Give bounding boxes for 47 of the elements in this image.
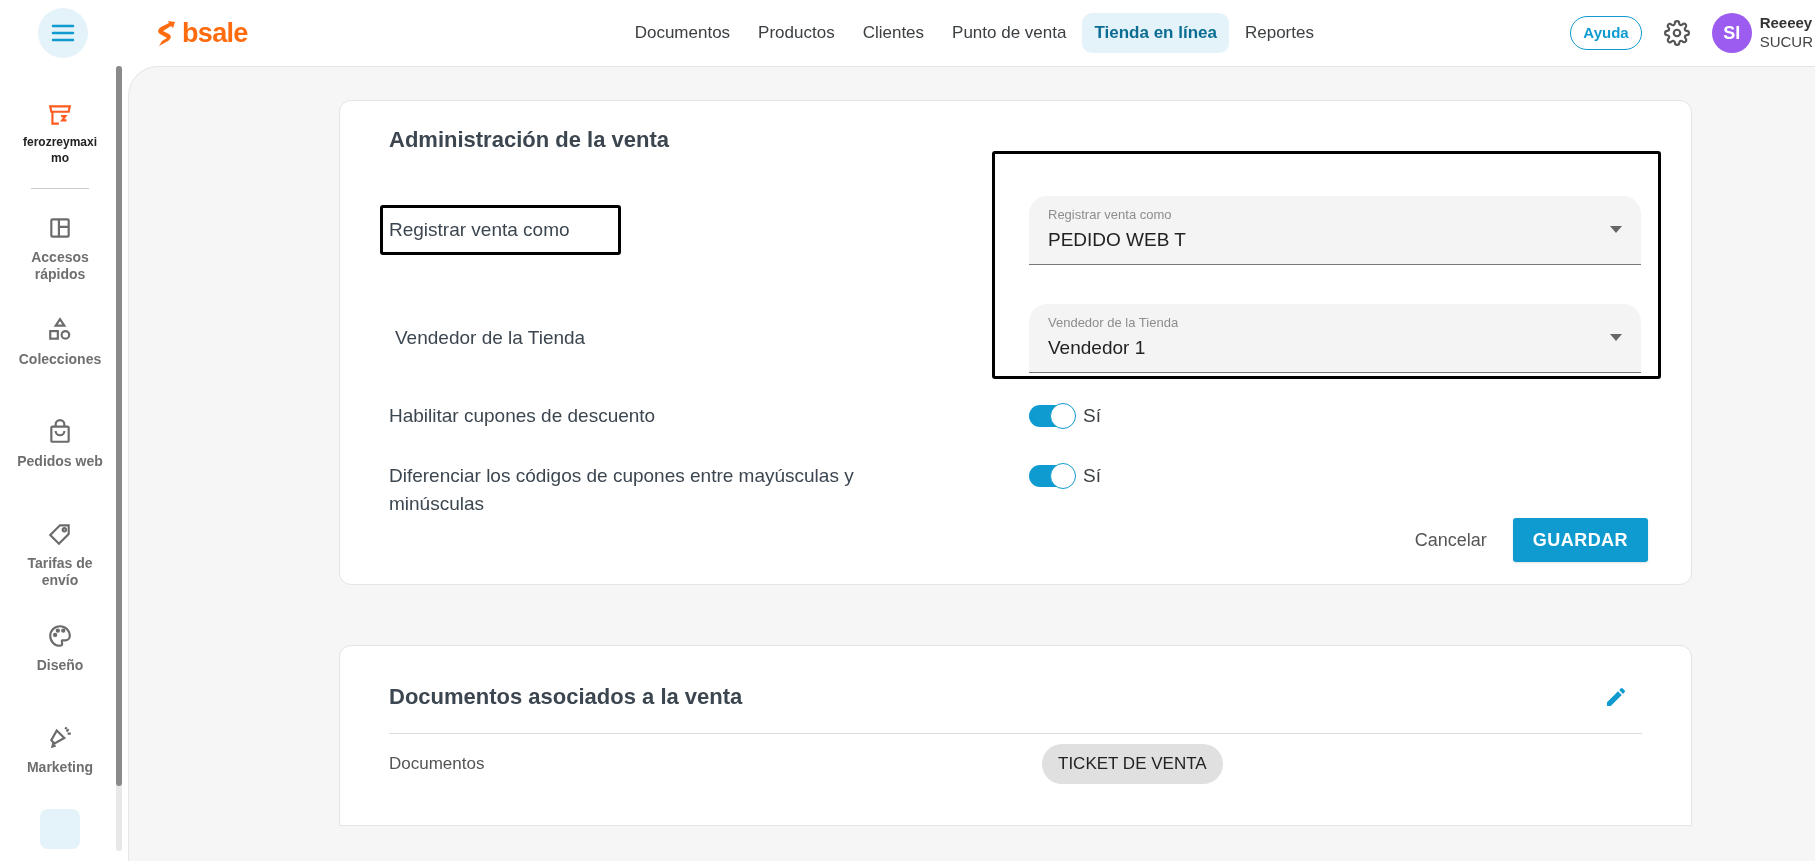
sidebar-item[interactable]: Accesos rápidos — [10, 215, 110, 291]
card-title: Administración de la venta — [389, 126, 670, 154]
save-button[interactable]: GUARDAR — [1512, 518, 1648, 562]
sidebar-tile — [40, 809, 80, 849]
settings-icon[interactable] — [1663, 20, 1690, 46]
bag-icon — [47, 419, 73, 445]
field-label: Registrar venta como — [380, 204, 621, 256]
document-chip: TICKET DE VENTA — [1042, 744, 1223, 784]
menu-icon — [51, 24, 75, 42]
sidebar-item[interactable]: Marketing — [10, 725, 110, 801]
card-title: Documentos asociados a la venta — [389, 683, 743, 711]
scrollbar-thumb[interactable] — [116, 66, 122, 786]
store-icon — [47, 102, 73, 128]
field-label: Vendedor de la Tienda — [394, 325, 587, 350]
nav-tab[interactable]: Punto de venta — [940, 13, 1079, 53]
nav-tab[interactable]: Productos — [746, 13, 847, 53]
toggle-label: Habilitar cupones de descuento — [389, 404, 656, 428]
layout-icon — [47, 215, 73, 241]
toggle-label: Diferenciar los códigos de cupones entre mayúsculas y minúsculas — [389, 464, 855, 516]
sidebar-item[interactable]: Diseño — [10, 623, 110, 699]
caret-icon — [1610, 226, 1622, 233]
nav-tab[interactable]: Tienda en línea — [1082, 13, 1229, 53]
toggle-switch[interactable] — [1029, 405, 1075, 427]
user-branch: SUCUR — [1759, 33, 1813, 52]
nav-tab[interactable]: Reportes — [1232, 13, 1326, 53]
store-name: ferozreymaximo — [21, 134, 98, 166]
megaphone-icon — [47, 725, 73, 751]
row-label: Documentos — [389, 753, 486, 776]
logo-text: bsale — [182, 19, 248, 47]
nav-tab[interactable]: Documentos — [622, 13, 743, 53]
select-field[interactable]: Registrar venta como PEDIDO WEB T — [1029, 195, 1641, 265]
toggle-value: Sí — [1083, 464, 1101, 488]
user-avatar[interactable]: SI — [1711, 13, 1752, 53]
select-field[interactable]: Vendedor de la Tienda Vendedor 1 — [1029, 303, 1641, 373]
sidebar-item[interactable]: Tarifas de envío — [10, 521, 110, 597]
shapes-icon — [47, 317, 73, 343]
nav-tab[interactable]: Clientes — [850, 13, 937, 53]
palette-icon — [47, 623, 73, 649]
toggle-switch[interactable] — [1029, 465, 1075, 487]
menu-button[interactable] — [38, 8, 88, 58]
tag-icon — [47, 521, 73, 547]
caret-icon — [1610, 334, 1622, 341]
cancel-button[interactable]: Cancelar — [1410, 526, 1491, 554]
sidebar-item[interactable]: Colecciones — [10, 317, 110, 393]
user-name: Reeeey — [1759, 14, 1813, 33]
sidebar-item[interactable]: Pedidos web — [10, 419, 110, 495]
toggle-value: Sí — [1083, 404, 1101, 428]
